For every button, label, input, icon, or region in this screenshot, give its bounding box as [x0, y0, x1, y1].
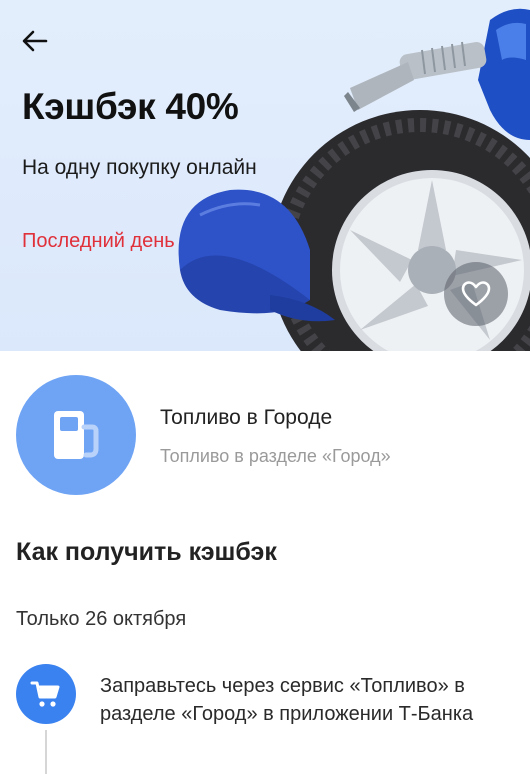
step-icon	[16, 664, 76, 724]
favorite-button[interactable]	[444, 262, 508, 326]
back-button[interactable]	[18, 24, 52, 58]
fuel-pump-icon	[54, 411, 99, 459]
offer-date: Только 26 октября	[16, 608, 187, 630]
offer-banner: Кэшбэк 40% На одну покупку онлайн Послед…	[0, 0, 530, 351]
heart-icon	[461, 281, 491, 307]
arrow-left-icon	[22, 30, 48, 52]
step-connector	[45, 730, 47, 774]
how-to-title: Как получить кэшбэк	[16, 538, 277, 566]
offer-description: На одну покупку онлайн	[22, 156, 257, 179]
partner-category: Топливо в разделе «Город»	[160, 446, 391, 466]
deadline-label: Последний день	[22, 230, 175, 252]
step-text: Заправьтесь через сервис «Топливо» в раз…	[100, 675, 474, 725]
partner-name: Топливо в Городе	[160, 406, 333, 429]
shopping-cart-icon	[30, 681, 60, 707]
partner-logo	[16, 375, 136, 495]
cashback-title: Кэшбэк 40%	[22, 86, 239, 127]
